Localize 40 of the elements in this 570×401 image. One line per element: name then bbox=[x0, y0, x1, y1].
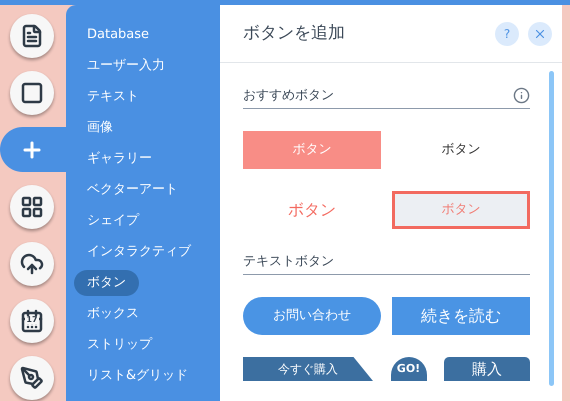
menu-item[interactable]: テキスト bbox=[74, 84, 152, 110]
button-preset[interactable]: 購入 bbox=[444, 357, 530, 381]
menu-item[interactable]: Database bbox=[74, 22, 162, 48]
menu-item[interactable]: ストリップ bbox=[74, 332, 165, 358]
sidebar-tool-button[interactable] bbox=[10, 356, 54, 400]
button-preset[interactable]: ボタン bbox=[243, 191, 381, 229]
button-preset[interactable]: ボタン bbox=[392, 191, 530, 229]
section-heading: おすすめボタン bbox=[243, 86, 335, 105]
menu-item[interactable]: インタラクティブ bbox=[74, 239, 204, 265]
menu-item[interactable]: ボタン bbox=[74, 270, 139, 296]
sidebar-tool-button[interactable] bbox=[10, 14, 54, 58]
pen-nib-icon bbox=[20, 366, 44, 390]
menu-item[interactable]: リスト&グリッド bbox=[74, 363, 202, 389]
menu-item[interactable]: ベクターアート bbox=[74, 177, 191, 203]
close-button[interactable] bbox=[528, 22, 552, 46]
cloud-upload-icon bbox=[20, 252, 44, 276]
button-preset[interactable]: お問い合わせ bbox=[243, 297, 381, 335]
menu-item[interactable]: 画像 bbox=[74, 115, 126, 141]
square-icon bbox=[20, 80, 44, 105]
document-icon bbox=[20, 24, 44, 48]
info-icon bbox=[513, 87, 530, 104]
menu-item[interactable]: ユーザー入力 bbox=[74, 53, 178, 79]
panel-title: ボタンを追加 bbox=[243, 22, 346, 45]
calendar-icon bbox=[20, 309, 44, 334]
help-button[interactable]: ? bbox=[495, 22, 519, 46]
button-preset[interactable]: 今すぐ購入 bbox=[243, 357, 373, 381]
sidebar-tool-button[interactable] bbox=[10, 70, 54, 115]
menu-item[interactable]: ボックス bbox=[74, 301, 152, 327]
button-preset[interactable]: ボタン bbox=[392, 131, 530, 169]
button-preset[interactable]: GO! bbox=[390, 357, 426, 381]
section-heading: テキストボタン bbox=[243, 252, 335, 271]
button-preset[interactable]: 続きを読む bbox=[392, 297, 530, 335]
button-preset[interactable]: ボタン bbox=[243, 131, 381, 169]
sidebar-tool-button[interactable] bbox=[10, 242, 54, 286]
menu-item[interactable]: シェイプ bbox=[74, 208, 152, 234]
sidebar-tool-button[interactable] bbox=[10, 184, 54, 229]
sidebar-tool-button[interactable]: 17 bbox=[10, 299, 54, 344]
apps-icon bbox=[20, 194, 44, 219]
menu-item[interactable]: ギャラリー bbox=[74, 146, 165, 172]
calendar-day-label: 17 bbox=[25, 316, 39, 324]
